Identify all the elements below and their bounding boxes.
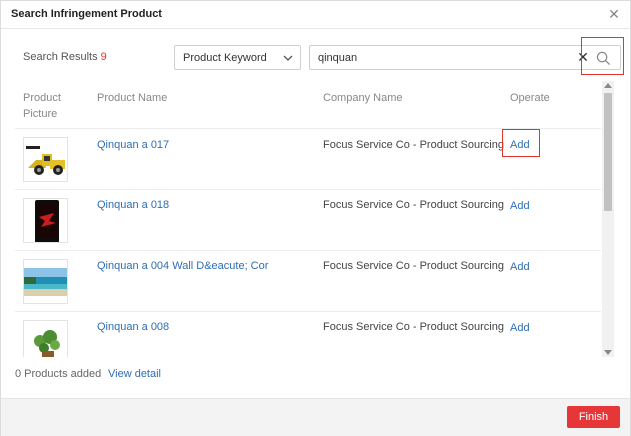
add-button[interactable]: Add: [510, 322, 530, 334]
scroll-up-arrow-icon[interactable]: [604, 83, 612, 88]
search-infringement-dialog: Search Infringement Product ✕ Search Res…: [0, 0, 631, 436]
header-picture-line1: Product: [23, 92, 61, 104]
phone-image: [23, 198, 68, 243]
search-results-text: Search Results: [23, 51, 98, 63]
beach-image: [23, 259, 68, 304]
scroll-thumb[interactable]: [604, 93, 612, 211]
search-results-count: 9: [100, 51, 107, 63]
search-input[interactable]: [310, 46, 572, 69]
company-name: Focus Service Co - Product Sourcing: [323, 139, 504, 151]
add-button[interactable]: Add: [510, 261, 530, 273]
search-results-label: Search Results 9: [23, 51, 107, 63]
company-name: Focus Service Co - Product Sourcing: [323, 199, 504, 211]
chevron-down-icon: [283, 55, 293, 61]
results-scrollbar[interactable]: [602, 81, 614, 357]
company-name: Focus Service Co - Product Sourcing: [323, 260, 504, 272]
company-name: Focus Service Co - Product Sourcing: [323, 321, 504, 333]
product-name-link[interactable]: Qinquan a 018: [97, 199, 169, 211]
search-type-select[interactable]: Product Keyword: [174, 45, 301, 70]
add-highlight-frame: [502, 129, 540, 157]
products-added-text: 0 Products added: [15, 368, 102, 380]
search-type-value: Product Keyword: [183, 52, 267, 64]
add-button[interactable]: Add: [510, 200, 530, 212]
table-row: Qinquan a 018 Focus Service Co - Product…: [15, 189, 601, 250]
view-detail-link[interactable]: View detail: [108, 368, 161, 380]
product-name-link[interactable]: Qinquan a 008: [97, 321, 169, 333]
results-table: Product Picture Product Name Company Nam…: [15, 81, 615, 357]
table-row: Qinquan a 004 Wall D&eacute; Cor Focus S…: [15, 250, 601, 311]
scroll-down-arrow-icon[interactable]: [604, 350, 612, 355]
dialog-footer: [1, 398, 630, 436]
close-icon[interactable]: ✕: [607, 7, 621, 21]
finish-button[interactable]: Finish: [567, 406, 620, 428]
dialog-title: Search Infringement Product: [11, 8, 162, 20]
header-product-picture: Product Picture: [23, 90, 61, 122]
header-operate: Operate: [510, 92, 550, 104]
header-product-name: Product Name: [97, 92, 168, 104]
plant-image: [23, 320, 68, 357]
product-name-link[interactable]: Qinquan a 017: [97, 139, 169, 151]
header-picture-line2: Picture: [23, 108, 58, 120]
header-company-name: Company Name: [323, 92, 403, 104]
table-row: Qinquan a 008 Focus Service Co - Product…: [15, 311, 601, 357]
search-input-box: ✕: [309, 45, 621, 70]
search-button[interactable]: [581, 37, 624, 75]
product-name-link[interactable]: Qinquan a 004 Wall D&eacute; Cor: [97, 260, 268, 272]
dialog-header: Search Infringement Product ✕: [1, 1, 630, 29]
search-icon: [596, 51, 611, 66]
wheel-loader-image: [23, 137, 68, 182]
